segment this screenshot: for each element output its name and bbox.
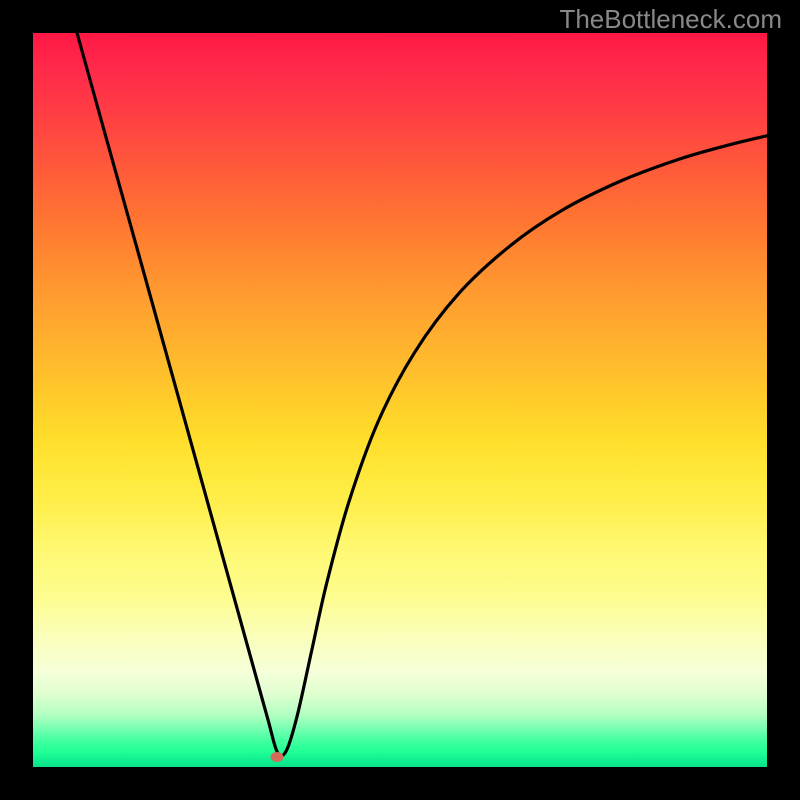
minimum-marker — [271, 752, 284, 762]
watermark-text: TheBottleneck.com — [559, 4, 782, 35]
bottleneck-curve-path — [77, 33, 767, 756]
chart-curve-svg — [33, 33, 767, 767]
chart-plot-area — [33, 33, 767, 767]
